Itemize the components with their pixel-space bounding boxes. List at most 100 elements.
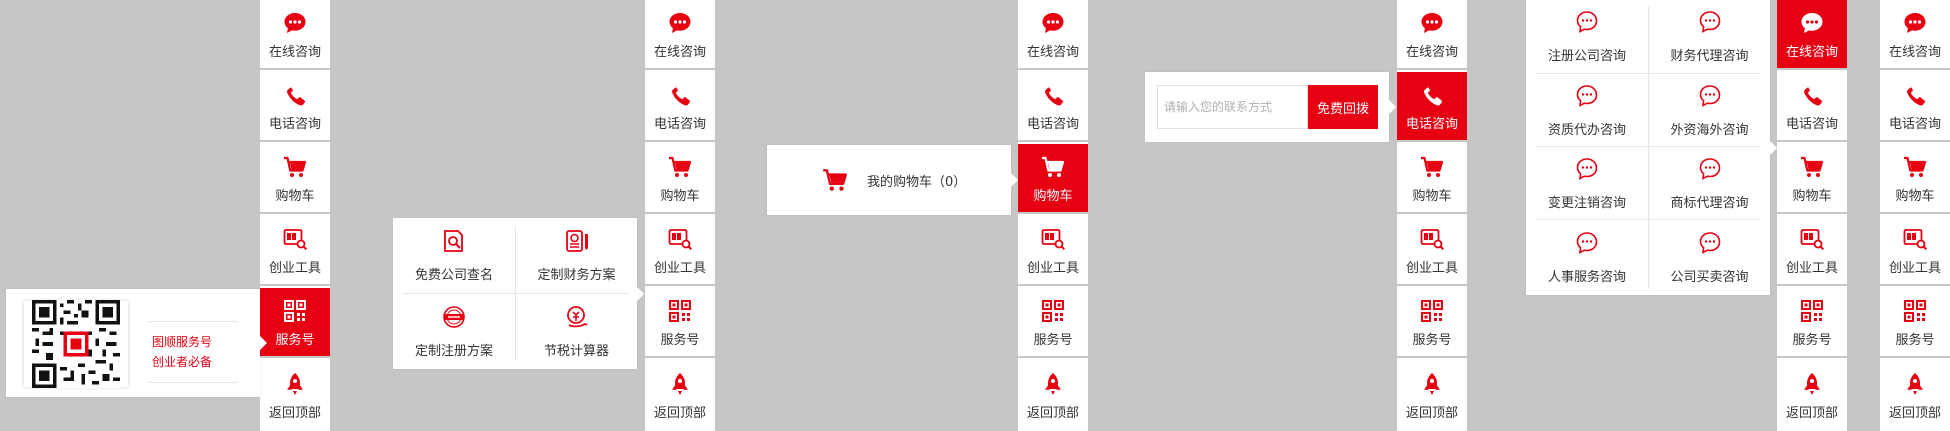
rocket-icon <box>1901 370 1929 398</box>
sidebar-item-top[interactable]: 返回顶部 <box>645 360 715 430</box>
sidebar-label: 创业工具 <box>1888 260 1941 276</box>
sidebar-item-service[interactable]: 服务号 <box>1880 288 1950 358</box>
sidebar-label: 电话咨询 <box>1888 116 1941 132</box>
consult-label: 外资海外咨询 <box>1670 122 1749 138</box>
sidebar-item-tools[interactable]: 创业工具 <box>645 216 715 286</box>
cart-icon <box>666 153 694 181</box>
sidebar-label: 服务号 <box>1412 332 1452 348</box>
sidebar-bar-2: 在线咨询 电话咨询 购物车 创业工具 服务号 返回顶部 <box>645 0 715 431</box>
phone-icon <box>281 81 309 109</box>
sidebar-item-cart[interactable]: 购物车 <box>260 144 330 214</box>
consult-qualification[interactable]: 资质代办咨询 <box>1526 74 1648 146</box>
sidebar-item-top[interactable]: 返回顶部 <box>1397 360 1467 430</box>
sidebar-bar-4: 在线咨询 电话咨询 购物车 创业工具 服务号 返回顶部 <box>1397 0 1467 431</box>
qr-icon <box>1418 297 1446 325</box>
callback-button[interactable]: 免费回拨 <box>1308 85 1378 129</box>
chat-outline-icon <box>1574 156 1600 186</box>
sidebar-item-top[interactable]: 返回顶部 <box>1018 360 1088 430</box>
rocket-icon <box>1039 370 1067 398</box>
sidebar-item-online[interactable]: 在线咨询 <box>260 0 330 70</box>
tools-icon <box>1798 225 1826 253</box>
sidebar-label: 创业工具 <box>1405 260 1458 276</box>
sidebar-label: 创业工具 <box>1785 260 1838 276</box>
phone-icon <box>1418 81 1446 109</box>
sidebar-item-cart[interactable]: 购物车 <box>1397 144 1467 214</box>
sidebar-label: 购物车 <box>1033 188 1073 204</box>
sidebar-item-phone[interactable]: 电话咨询 <box>1880 72 1950 142</box>
sidebar-item-tools[interactable]: 创业工具 <box>260 216 330 286</box>
sidebar-item-top[interactable]: 返回顶部 <box>1777 360 1847 430</box>
sidebar-item-phone[interactable]: 电话咨询 <box>1777 72 1847 142</box>
consult-register[interactable]: 注册公司咨询 <box>1526 0 1648 73</box>
sidebar-item-top[interactable]: 返回顶部 <box>260 360 330 430</box>
consult-trademark[interactable]: 商标代理咨询 <box>1649 147 1770 219</box>
tool-register-plan[interactable]: 定制注册方案 <box>393 294 515 369</box>
sidebar-item-phone[interactable]: 电话咨询 <box>645 72 715 142</box>
tool-company-search[interactable]: 免费公司查名 <box>393 218 515 293</box>
sidebar-label: 购物车 <box>660 188 700 204</box>
phone-icon <box>1039 81 1067 109</box>
sidebar-item-tools[interactable]: 创业工具 <box>1880 216 1950 286</box>
phone-input[interactable]: 请输入您的联系方式 <box>1157 85 1308 129</box>
sidebar-label: 购物车 <box>1895 188 1935 204</box>
sidebar-label: 服务号 <box>660 332 700 348</box>
sidebar-item-online[interactable]: 在线咨询 <box>645 0 715 70</box>
sidebar-item-service[interactable]: 服务号 <box>1777 288 1847 358</box>
sidebar-label: 在线咨询 <box>653 44 706 60</box>
sidebar-item-phone[interactable]: 电话咨询 <box>260 72 330 142</box>
consult-hr[interactable]: 人事服务咨询 <box>1526 220 1648 295</box>
chat-outline-icon <box>1697 9 1723 39</box>
register-plan-icon <box>441 304 467 334</box>
qr-icon <box>1901 297 1929 325</box>
chat-outline-icon <box>1697 230 1723 260</box>
qr-icon <box>281 297 309 325</box>
sidebar-item-service[interactable]: 服务号 <box>1397 288 1467 358</box>
sidebar-label: 在线咨询 <box>1405 44 1458 60</box>
consult-label: 公司买卖咨询 <box>1670 270 1749 285</box>
tool-tax-calculator[interactable]: 节税计算器 <box>516 294 637 369</box>
sidebar-item-online[interactable]: 在线咨询 <box>1777 0 1847 70</box>
qr-popup: 图顺服务号 创业者必备 <box>6 289 267 397</box>
phone-icon <box>1901 81 1929 109</box>
sidebar-item-service[interactable]: 服务号 <box>260 288 330 358</box>
sidebar-item-online[interactable]: 在线咨询 <box>1880 0 1950 70</box>
sidebar-label: 电话咨询 <box>1785 116 1838 132</box>
tool-label: 免费公司查名 <box>414 268 493 283</box>
tool-label: 节税计算器 <box>543 344 609 359</box>
sidebar-item-tools[interactable]: 创业工具 <box>1397 216 1467 286</box>
cart-popup[interactable]: 我的购物车（0） <box>767 145 1018 215</box>
sidebar-item-phone[interactable]: 电话咨询 <box>1397 72 1467 142</box>
consult-company-trade[interactable]: 公司买卖咨询 <box>1649 220 1770 295</box>
sidebar-bar-1: 在线咨询 电话咨询 购物车 创业工具 服务号 返回顶部 <box>260 0 330 431</box>
cart-icon <box>1901 153 1929 181</box>
callback-popup: 请输入您的联系方式 免费回拨 <box>1145 72 1396 142</box>
rocket-icon <box>1798 370 1826 398</box>
sidebar-item-top[interactable]: 返回顶部 <box>1880 360 1950 430</box>
sidebar-item-cart[interactable]: 购物车 <box>645 144 715 214</box>
sidebar-item-online[interactable]: 在线咨询 <box>1397 0 1467 70</box>
sidebar-item-phone[interactable]: 电话咨询 <box>1018 72 1088 142</box>
sidebar-item-online[interactable]: 在线咨询 <box>1018 0 1088 70</box>
tools-icon <box>666 225 694 253</box>
sidebar-item-service[interactable]: 服务号 <box>645 288 715 358</box>
tools-icon <box>1039 225 1067 253</box>
consult-finance[interactable]: 财务代理咨询 <box>1649 0 1770 73</box>
consult-change[interactable]: 变更注销咨询 <box>1526 147 1648 219</box>
phone-icon <box>666 81 694 109</box>
consult-foreign[interactable]: 外资海外咨询 <box>1649 74 1770 146</box>
sidebar-item-service[interactable]: 服务号 <box>1018 288 1088 358</box>
qr-icon <box>1798 297 1826 325</box>
consult-popup: 注册公司咨询 财务代理咨询 资质代办咨询 外资海外咨询 变更注销咨询 商标代理咨… <box>1526 0 1777 295</box>
qr-icon <box>1039 297 1067 325</box>
sidebar-item-tools[interactable]: 创业工具 <box>1018 216 1088 286</box>
sidebar-label: 电话咨询 <box>1026 116 1079 132</box>
sidebar-item-cart[interactable]: 购物车 <box>1777 144 1847 214</box>
chat-icon <box>666 9 694 37</box>
sidebar-item-cart[interactable]: 购物车 <box>1880 144 1950 214</box>
sidebar-label: 返回顶部 <box>653 405 706 421</box>
chat-icon <box>1798 9 1826 37</box>
tool-finance-plan[interactable]: 定制财务方案 <box>516 218 637 293</box>
sidebar-item-tools[interactable]: 创业工具 <box>1777 216 1847 286</box>
sidebar-label: 返回顶部 <box>268 405 321 421</box>
sidebar-item-cart[interactable]: 购物车 <box>1018 144 1088 214</box>
